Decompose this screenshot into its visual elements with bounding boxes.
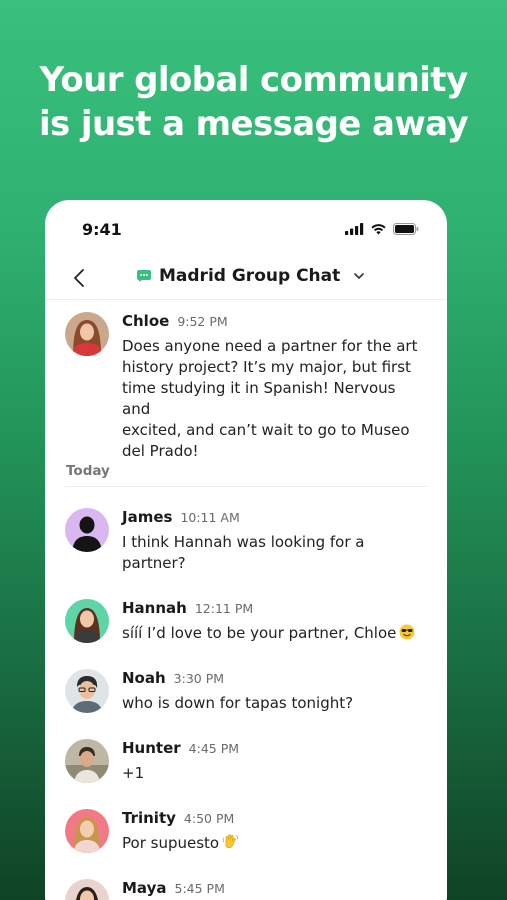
message-body: Noah 3:30 PM who is down for tapas tonig…	[122, 669, 427, 714]
avatar-trinity[interactable]	[65, 809, 109, 853]
message-body: James 10:11 AM I think Hannah was lookin…	[122, 508, 427, 574]
headline-line-1: Your global community	[39, 60, 468, 100]
message-text: who is down for tapas tonight?	[122, 694, 354, 712]
message-timestamp: 3:30 PM	[173, 671, 225, 686]
battery-icon	[393, 223, 419, 235]
message-text: I think Hannah was looking for a partner…	[122, 533, 365, 572]
message-body: Maya 5:45 PM	[122, 879, 427, 900]
sender-name[interactable]: Hannah	[122, 599, 187, 617]
avatar-hannah[interactable]	[65, 599, 109, 643]
message-timestamp: 10:11 AM	[180, 510, 240, 525]
phone-screen: 9:41 Madrid Group Chat Chloe 9:52 PM Doe…	[45, 200, 447, 900]
sender-name[interactable]: Trinity	[122, 809, 176, 827]
chevron-down-icon	[354, 273, 365, 279]
date-divider-label: Today	[66, 463, 110, 479]
headline: Your global community is just a message …	[0, 58, 507, 146]
sender-name[interactable]: Maya	[122, 879, 167, 897]
message-text-content: Por supuesto	[122, 834, 220, 852]
avatar-chloe[interactable]	[65, 312, 109, 356]
sender-name[interactable]: Noah	[122, 669, 166, 687]
message-text: Does anyone need a partner for the art h…	[122, 337, 418, 460]
message-timestamp: 4:45 PM	[188, 741, 240, 756]
status-time: 9:41	[82, 220, 122, 239]
message-text-content: sííí I’d love to be your partner, Chloe	[122, 624, 397, 642]
headline-line-2: is just a message away	[38, 104, 469, 144]
message-body: Hannah 12:11 PM sííí I’d love to be your…	[122, 599, 427, 644]
chat-header: Madrid Group Chat	[45, 258, 447, 300]
message-text: sííí I’d love to be your partner, Chloe	[122, 623, 427, 644]
message-timestamp: 4:50 PM	[183, 811, 235, 826]
chat-title-button[interactable]: Madrid Group Chat	[137, 266, 366, 286]
message-timestamp: 9:52 PM	[177, 314, 228, 329]
waving-hand-emoji	[222, 834, 239, 849]
avatar-noah[interactable]	[65, 669, 109, 713]
sender-name[interactable]: James	[122, 508, 172, 526]
cellular-signal-icon	[345, 223, 364, 235]
message-body: Chloe 9:52 PM Does anyone need a partner…	[122, 312, 427, 462]
status-icons	[345, 223, 419, 235]
avatar-maya[interactable]	[65, 879, 109, 900]
wifi-icon	[371, 224, 386, 235]
message-text: Por supuesto	[122, 833, 427, 854]
status-bar: 9:41	[45, 200, 447, 258]
avatar-hunter[interactable]	[65, 739, 109, 783]
chat-bubble-icon	[137, 270, 151, 282]
date-divider	[65, 486, 427, 487]
message-text: +1	[122, 764, 145, 782]
avatar-james[interactable]	[65, 508, 109, 552]
message-body: Trinity 4:50 PM Por supuesto	[122, 809, 427, 854]
sender-name[interactable]: Chloe	[122, 312, 169, 330]
back-button[interactable]	[67, 266, 91, 290]
chat-title: Madrid Group Chat	[159, 266, 341, 286]
chevron-left-icon	[74, 269, 84, 287]
message-timestamp: 12:11 PM	[194, 601, 254, 616]
message-timestamp: 5:45 PM	[174, 881, 225, 896]
smiling-face-with-sunglasses-emoji	[399, 624, 415, 640]
sender-name[interactable]: Hunter	[122, 739, 181, 757]
message-body: Hunter 4:45 PM +1	[122, 739, 427, 784]
